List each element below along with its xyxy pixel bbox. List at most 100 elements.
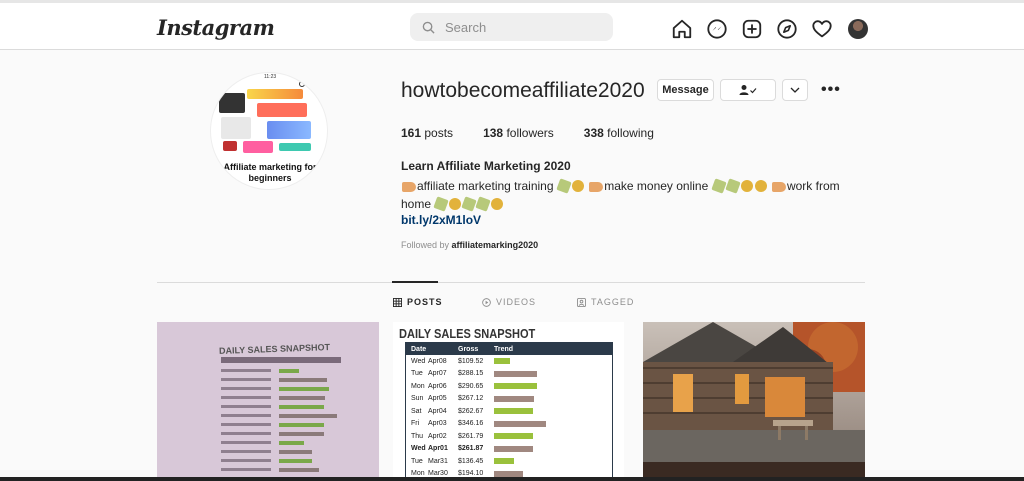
- money-bag-icon: [491, 198, 504, 210]
- play-circle-icon: [482, 297, 491, 307]
- money-wings-icon: [475, 196, 492, 212]
- profile-stats: 161 posts 138 followers 338 following: [401, 126, 684, 140]
- sales-day: Wed: [411, 445, 426, 453]
- sales-date: Apr02: [428, 432, 447, 440]
- trend-bar: [494, 395, 534, 402]
- profile-pic-card: [219, 93, 245, 113]
- pointing-hand-icon: [402, 182, 416, 192]
- new-post-icon[interactable]: [740, 17, 763, 40]
- profile-pic-card: [223, 141, 237, 151]
- posts-stat[interactable]: 161 posts: [401, 126, 453, 140]
- sales-date: Mar31: [428, 457, 448, 465]
- sales-day: Tue: [411, 370, 423, 378]
- profile-bio: affiliate marketing training make money …: [401, 177, 861, 213]
- user-check-icon: [739, 85, 757, 95]
- sales-day: Tue: [411, 457, 423, 465]
- more-options-icon[interactable]: •••: [821, 81, 841, 99]
- trend-bar: [494, 470, 523, 477]
- sales-day: Wed: [411, 357, 426, 365]
- explore-icon[interactable]: [775, 17, 798, 40]
- sales-gross: $261.87: [458, 445, 484, 453]
- trend-bar: [494, 383, 537, 390]
- bio-part: make money online: [604, 179, 709, 193]
- col-header-trend: Trend: [494, 345, 514, 353]
- money-wings-icon: [433, 196, 450, 212]
- sales-date: Apr01: [428, 445, 448, 453]
- tab-videos[interactable]: VIDEOS: [482, 297, 536, 307]
- cabin-photo: [643, 322, 865, 481]
- tab-posts[interactable]: POSTS: [393, 297, 443, 307]
- bio-part: home: [401, 197, 432, 211]
- sales-gross: $346.16: [458, 420, 484, 428]
- search-icon: [422, 21, 435, 34]
- post-thumbnail[interactable]: DAILY SALES SNAPSHOT: [157, 322, 379, 481]
- trend-bar: [494, 445, 533, 452]
- profile-pic-card: [247, 89, 303, 99]
- sheet-row: [221, 411, 341, 420]
- sheet-row: [221, 456, 341, 465]
- col-header-date: Date: [411, 345, 427, 353]
- sales-day: Sun: [411, 395, 424, 403]
- money-bag-icon: [754, 180, 767, 192]
- sales-day: Sat: [411, 407, 422, 415]
- tabs-divider: [157, 282, 865, 283]
- sales-table-row: Wed Apr01 $261.87: [406, 443, 612, 456]
- trend-bar: [494, 458, 514, 465]
- sales-date: Apr04: [428, 407, 447, 415]
- following-stat[interactable]: 338 following: [584, 126, 654, 140]
- sheet-row: [221, 465, 341, 474]
- sales-date: Apr03: [428, 420, 447, 428]
- post-thumbnail[interactable]: [643, 322, 865, 481]
- trend-bar: [494, 420, 546, 427]
- home-icon[interactable]: [670, 17, 693, 40]
- tab-tagged[interactable]: TAGGED: [577, 297, 634, 307]
- sales-gross: $261.79: [458, 432, 484, 440]
- profile-pic-card: [279, 143, 311, 151]
- profile-pic-card: [243, 141, 273, 153]
- sheet-row: [221, 402, 341, 411]
- sheet-row: [221, 438, 341, 447]
- avatar: [847, 19, 868, 39]
- profile-avatar[interactable]: [845, 17, 868, 40]
- trend-bar: [494, 433, 533, 440]
- trend-bar: [494, 358, 510, 365]
- sales-date: Apr07: [428, 370, 447, 378]
- sales-gross: $288.15: [458, 370, 484, 378]
- message-button[interactable]: Message: [657, 79, 714, 101]
- activity-heart-icon[interactable]: [810, 17, 833, 40]
- sales-day: Fri: [411, 420, 420, 428]
- messenger-icon[interactable]: [705, 17, 728, 40]
- search-placeholder: Search: [445, 19, 487, 35]
- profile-pic-card: [257, 103, 307, 117]
- sales-gross: $136.45: [458, 457, 484, 465]
- sales-gross: $290.65: [458, 382, 484, 390]
- sales-day: Mon: [411, 382, 425, 390]
- sales-table-row: Wed Apr08 $109.52: [406, 355, 612, 368]
- search-input[interactable]: Search: [410, 13, 613, 41]
- money-wings-icon: [556, 178, 572, 194]
- following-button[interactable]: [720, 79, 776, 101]
- post-thumbnail[interactable]: DAILY SALES SNAPSHOT Date Gross Trend We…: [393, 322, 624, 481]
- followed-by[interactable]: Followed by affiliatemarking2020: [401, 240, 538, 250]
- trend-bar: [494, 370, 537, 377]
- profile-pic-card: [221, 117, 251, 139]
- followers-stat[interactable]: 138 followers: [483, 126, 554, 140]
- sheet-row: [221, 375, 341, 384]
- sales-date: Apr05: [428, 395, 447, 403]
- sales-table: Date Gross Trend Wed Apr08 $109.52 Tue Apr07…: [405, 342, 613, 481]
- instagram-logo[interactable]: Instagram: [157, 15, 275, 40]
- sales-gross: $267.12: [458, 395, 484, 403]
- sales-table-row: Tue Mar31 $136.45: [406, 455, 612, 468]
- grid-icon: [393, 297, 402, 307]
- money-bag-icon: [571, 180, 584, 192]
- sales-table-row: Sun Apr05 $267.12: [406, 393, 612, 406]
- bio-link[interactable]: bit.ly/2xM1loV: [401, 213, 481, 227]
- suggested-dropdown-button[interactable]: [782, 79, 808, 101]
- post-image-title: DAILY SALES SNAPSHOT: [399, 326, 536, 341]
- sales-table-header: Date Gross Trend: [406, 343, 612, 355]
- horizontal-scrollbar[interactable]: [0, 477, 1024, 481]
- profile-picture[interactable]: 11:23 Affiliate marketing for beginners: [210, 72, 328, 190]
- sales-table-body: Wed Apr08 $109.52 Tue Apr07 $288.15 Mon Apr06 $2…: [406, 355, 612, 481]
- sales-date: Apr08: [428, 357, 447, 365]
- sheet-row: [221, 429, 341, 438]
